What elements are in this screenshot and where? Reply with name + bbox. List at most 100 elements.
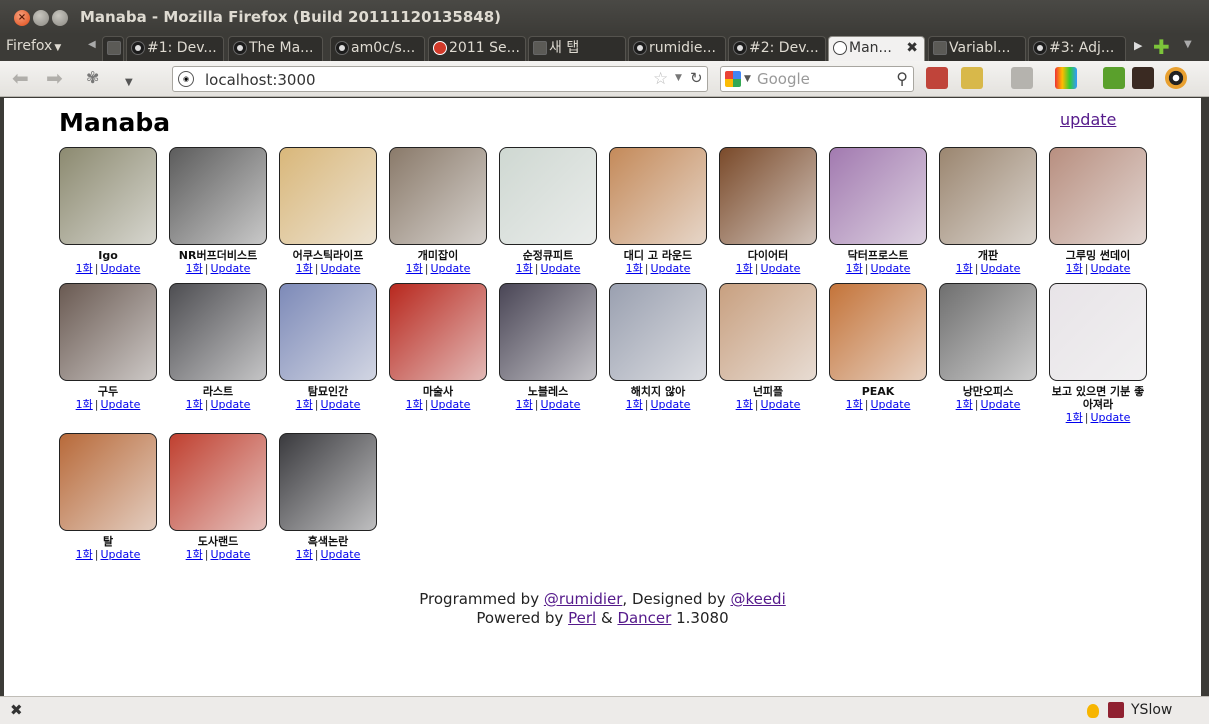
comic-thumbnail[interactable] <box>1049 283 1147 381</box>
comic-update-link[interactable]: Update <box>981 262 1021 275</box>
browser-tab[interactable]: Man... ✖ <box>828 36 925 61</box>
comic-thumbnail[interactable] <box>169 283 267 381</box>
comic-update-link[interactable]: Update <box>431 262 471 275</box>
first-episode-link[interactable]: 1화 <box>516 398 533 411</box>
back-arrow-icon[interactable]: ⬅ <box>12 68 29 88</box>
tab-list-icon[interactable]: ▼ <box>1184 39 1192 50</box>
comic-thumbnail[interactable] <box>59 283 157 381</box>
comic-update-link[interactable]: Update <box>761 262 801 275</box>
comic-update-link[interactable]: Update <box>431 398 471 411</box>
browser-tab[interactable]: am0c/s... <box>330 36 425 61</box>
comic-thumbnail[interactable] <box>939 283 1037 381</box>
comic-thumbnail[interactable] <box>499 283 597 381</box>
comic-thumbnail[interactable] <box>279 147 377 245</box>
browser-tab[interactable]: 새 탭 <box>528 36 626 61</box>
comic-thumbnail[interactable] <box>1049 147 1147 245</box>
designer-link[interactable]: @keedi <box>730 590 785 608</box>
first-episode-link[interactable]: 1화 <box>296 262 313 275</box>
browser-tab[interactable]: #3: Adj... <box>1028 36 1126 61</box>
first-episode-link[interactable]: 1화 <box>76 398 93 411</box>
comic-update-link[interactable]: Update <box>651 398 691 411</box>
site-identity-icon[interactable]: ◉ <box>178 71 194 87</box>
search-input[interactable] <box>757 70 887 88</box>
home-icon[interactable] <box>926 67 948 89</box>
first-episode-link[interactable]: 1화 <box>186 398 203 411</box>
first-episode-link[interactable]: 1화 <box>736 262 753 275</box>
first-episode-link[interactable]: 1화 <box>846 398 863 411</box>
tab-scroll-right-icon[interactable]: ▶ <box>1134 39 1142 52</box>
comic-update-link[interactable]: Update <box>981 398 1021 411</box>
comic-thumbnail[interactable] <box>719 283 817 381</box>
browser-tab[interactable]: rumidie... <box>628 36 726 61</box>
first-episode-link[interactable]: 1화 <box>406 398 423 411</box>
history-dropdown-icon[interactable]: ▼ <box>125 73 133 93</box>
new-tab-button[interactable]: ✚ <box>1153 35 1170 59</box>
window-close-button[interactable]: × <box>14 10 30 26</box>
browser-tab[interactable]: Variabl... <box>928 36 1026 61</box>
comic-update-link[interactable]: Update <box>321 262 361 275</box>
programmer-link[interactable]: @rumidier <box>544 590 623 608</box>
url-dropdown-icon[interactable]: ▼ <box>675 73 682 83</box>
comic-thumbnail[interactable] <box>389 283 487 381</box>
comic-update-link[interactable]: Update <box>211 262 251 275</box>
comic-thumbnail[interactable] <box>59 147 157 245</box>
first-episode-link[interactable]: 1화 <box>406 262 423 275</box>
search-engine-dropdown-icon[interactable]: ▼ <box>744 74 751 84</box>
comic-update-link[interactable]: Update <box>101 398 141 411</box>
window-maximize-button[interactable] <box>52 10 68 26</box>
first-episode-link[interactable]: 1화 <box>626 262 643 275</box>
comic-thumbnail[interactable] <box>829 283 927 381</box>
comic-update-link[interactable]: Update <box>321 548 361 561</box>
comic-thumbnail[interactable] <box>499 147 597 245</box>
comic-thumbnail[interactable] <box>169 147 267 245</box>
comic-thumbnail[interactable] <box>719 147 817 245</box>
search-bar[interactable]: ▼ ⚲ <box>720 66 914 92</box>
comic-thumbnail[interactable] <box>279 283 377 381</box>
comic-update-link[interactable]: Update <box>101 548 141 561</box>
comic-update-link[interactable]: Update <box>1091 262 1131 275</box>
dancer-link[interactable]: Dancer <box>617 609 671 627</box>
close-tab-icon[interactable]: ✖ <box>906 37 918 59</box>
first-episode-link[interactable]: 1화 <box>736 398 753 411</box>
first-episode-link[interactable]: 1화 <box>626 398 643 411</box>
browser-tab[interactable]: #2: Dev... <box>728 36 826 61</box>
color-icon[interactable] <box>1165 67 1187 89</box>
first-episode-link[interactable]: 1화 <box>186 548 203 561</box>
comic-update-link[interactable]: Update <box>541 398 581 411</box>
first-episode-link[interactable]: 1화 <box>516 262 533 275</box>
window-minimize-button[interactable] <box>33 10 49 26</box>
first-episode-link[interactable]: 1화 <box>186 262 203 275</box>
comic-update-link[interactable]: Update <box>871 262 911 275</box>
url-text[interactable]: localhost:3000 <box>205 71 316 89</box>
comic-update-link[interactable]: Update <box>211 548 251 561</box>
comic-update-link[interactable]: Update <box>651 262 691 275</box>
yslow-icon[interactable] <box>1108 702 1124 718</box>
search-icon[interactable]: ⚲ <box>896 69 908 88</box>
status-addon-icon[interactable] <box>1087 704 1099 718</box>
rainbow-icon[interactable] <box>1055 67 1077 89</box>
forward-arrow-icon[interactable]: ➡ <box>46 68 63 88</box>
browser-tab[interactable]: . <box>102 36 124 61</box>
comic-thumbnail[interactable] <box>609 283 707 381</box>
comic-thumbnail[interactable] <box>389 147 487 245</box>
close-addon-bar-icon[interactable]: ✖ <box>10 701 23 719</box>
comic-thumbnail[interactable] <box>169 433 267 531</box>
first-episode-link[interactable]: 1화 <box>1066 411 1083 424</box>
comic-thumbnail[interactable] <box>279 433 377 531</box>
comic-thumbnail[interactable] <box>59 433 157 531</box>
bookmarks-icon[interactable] <box>961 67 983 89</box>
tools-icon[interactable]: ✾ <box>86 68 99 88</box>
yslow-label[interactable]: YSlow <box>1131 702 1172 718</box>
firefox-menu-button[interactable]: Firefox ▼ <box>6 38 61 54</box>
avatar-icon[interactable] <box>1132 67 1154 89</box>
first-episode-link[interactable]: 1화 <box>76 548 93 561</box>
first-episode-link[interactable]: 1화 <box>846 262 863 275</box>
comic-update-link[interactable]: Update <box>321 398 361 411</box>
first-episode-link[interactable]: 1화 <box>296 398 313 411</box>
first-episode-link[interactable]: 1화 <box>76 262 93 275</box>
comic-update-link[interactable]: Update <box>1091 411 1131 424</box>
bookmark-star-icon[interactable]: ☆ <box>653 69 668 89</box>
url-bar[interactable]: ◉ localhost:3000 ☆ ▼ ↻ <box>172 66 708 92</box>
comic-update-link[interactable]: Update <box>101 262 141 275</box>
comic-thumbnail[interactable] <box>939 147 1037 245</box>
